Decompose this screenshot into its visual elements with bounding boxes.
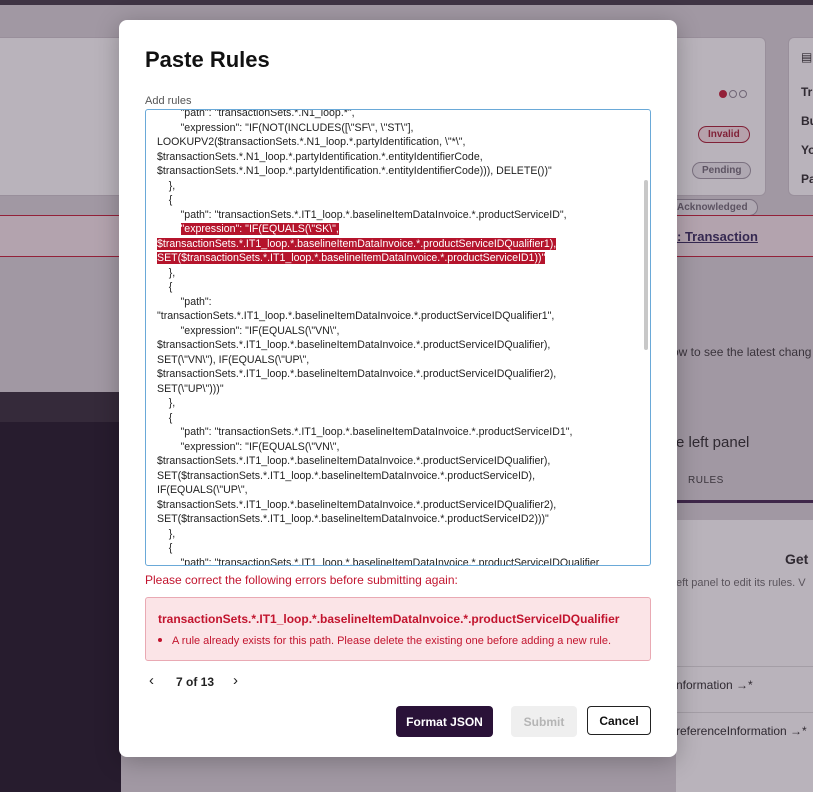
code-line: { [157, 542, 173, 554]
error-item: A rule already exists for this path. Ple… [158, 635, 611, 647]
code-line: SET($transactionSets.*.IT1_loop.*.baseli… [157, 252, 546, 264]
code-line: $transactionSets.*.IT1_loop.*.baselineIt… [157, 339, 551, 351]
code-line: "path": "transactionSets.*.IT1_loop.*.ba… [157, 556, 600, 566]
code-line: "expression": "IF(NOT(INCLUDES([\"SF\", … [157, 121, 414, 134]
code-line: }, [157, 179, 176, 192]
code-line: { [157, 411, 173, 424]
code-line: $transactionSets.*.IT1_loop.*.baselineIt… [157, 498, 557, 511]
code-line: "transactionSets.*.IT1_loop.*.baselineIt… [157, 310, 555, 322]
add-rules-label: Add rules [145, 95, 192, 107]
code-line: SET($transactionSets.*.IT1_loop.*.baseli… [157, 469, 536, 482]
error-box: transactionSets.*.IT1_loop.*.baselineIte… [145, 597, 651, 661]
highlighted-code: "expression": "IF(EQUALS(\"SK\", [180, 223, 339, 235]
error-item-text: A rule already exists for this path. Ple… [172, 635, 612, 647]
code-line: "path": "transactionSets.*.N1_loop.*", [157, 109, 355, 119]
scrollbar[interactable] [644, 180, 648, 350]
code-line: $transactionSets.*.IT1_loop.*.baselineIt… [157, 237, 557, 250]
code-line: "path": "transactionSets.*.IT1_loop.*.ba… [157, 208, 567, 221]
code-line: IF(EQUALS(\"UP\", [157, 484, 248, 496]
code-line: $transactionSets.*.N1_loop.*.partyIdenti… [157, 150, 483, 163]
code-line: SET(\"UP\")))" [157, 382, 224, 395]
highlighted-code: $transactionSets.*.IT1_loop.*.baselineIt… [157, 237, 557, 250]
code-line: { [157, 194, 173, 206]
bullet-icon [158, 638, 162, 643]
paste-rules-dialog: Paste Rules Add rules "path": "transacti… [119, 20, 677, 757]
code-line: }, [157, 397, 176, 409]
dialog-title: Paste Rules [145, 47, 270, 72]
chevron-left-icon[interactable]: ‹ [149, 673, 154, 688]
rules-textarea[interactable]: "path": "transactionSets.*.N1_loop.*", "… [145, 109, 651, 566]
error-path: transactionSets.*.IT1_loop.*.baselineIte… [158, 612, 620, 626]
error-message: Please correct the following errors befo… [145, 573, 458, 587]
chevron-right-icon[interactable]: › [233, 673, 238, 688]
format-json-button[interactable]: Format JSON [396, 706, 493, 737]
code-line: $transactionSets.*.IT1_loop.*.baselineIt… [157, 455, 551, 467]
highlighted-code: SET($transactionSets.*.IT1_loop.*.baseli… [157, 252, 546, 264]
code-line: { [157, 281, 173, 293]
code-line: }, [157, 266, 176, 279]
code-line: $transactionSets.*.IT1_loop.*.baselineIt… [157, 368, 557, 380]
code-line: LOOKUPV2($transactionSets.*.N1_loop.*.pa… [157, 136, 466, 148]
cancel-button[interactable]: Cancel [587, 706, 651, 735]
code-line: }, [157, 527, 176, 540]
code-line: $transactionSets.*.N1_loop.*.partyIdenti… [157, 165, 552, 177]
code-line: SET(\"VN\"), IF(EQUALS(\"UP\", [157, 353, 310, 366]
code-line: SET($transactionSets.*.IT1_loop.*.baseli… [157, 513, 549, 525]
code-line: "path": [157, 295, 212, 308]
code-line: "expression": "IF(EQUALS(\"SK\", [157, 223, 339, 235]
rules-code[interactable]: "path": "transactionSets.*.N1_loop.*", "… [157, 109, 627, 566]
code-line: "path": "transactionSets.*.IT1_loop.*.ba… [157, 426, 573, 438]
code-line: "expression": "IF(EQUALS(\"VN\", [157, 440, 340, 453]
submit-button[interactable]: Submit [511, 706, 577, 737]
page-count: 7 of 13 [176, 675, 215, 689]
code-line: "expression": "IF(EQUALS(\"VN\", [157, 324, 340, 337]
